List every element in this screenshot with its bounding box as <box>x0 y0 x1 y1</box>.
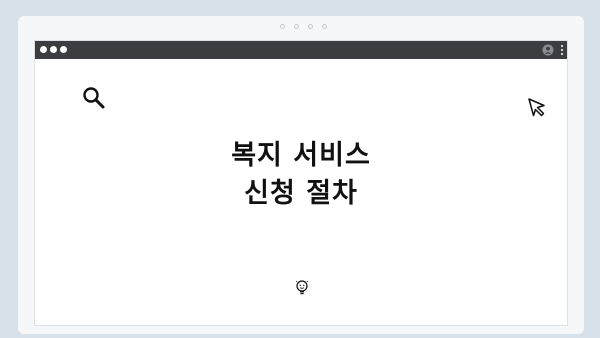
frame-dot <box>280 24 285 29</box>
browser-window: 복지 서비스 신청 절차 <box>34 40 568 326</box>
minimize-dot[interactable] <box>50 46 57 53</box>
frame-dot <box>294 24 299 29</box>
frame-dot <box>322 24 327 29</box>
page-title: 복지 서비스 신청 절차 <box>35 137 567 213</box>
maximize-dot[interactable] <box>60 46 67 53</box>
cursor-pointer-icon <box>528 98 545 117</box>
lightbulb-face-icon <box>295 280 309 295</box>
title-line-1: 복지 서비스 <box>231 140 371 171</box>
more-vert-icon[interactable] <box>561 45 563 55</box>
frame-dot <box>308 24 313 29</box>
window-controls[interactable] <box>40 46 67 53</box>
title-line-2: 신청 절차 <box>244 178 358 209</box>
frame-dots <box>280 24 327 29</box>
title-bar <box>35 41 567 59</box>
outer-frame: 복지 서비스 신청 절차 <box>18 16 584 334</box>
search-icon[interactable] <box>81 85 107 111</box>
profile-icon[interactable] <box>542 44 554 56</box>
close-dot[interactable] <box>40 46 47 53</box>
